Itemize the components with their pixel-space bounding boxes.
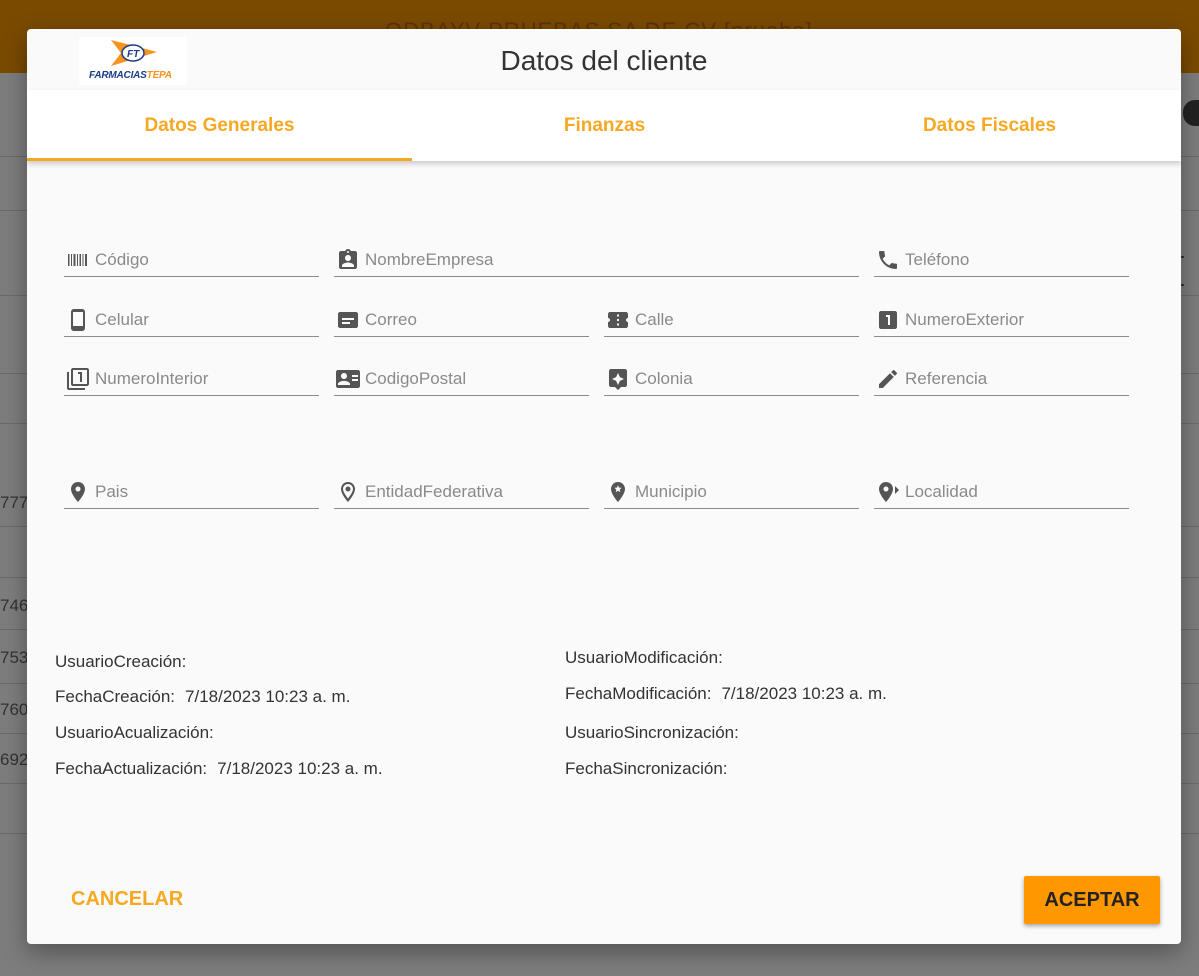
calle-field[interactable] (604, 304, 859, 337)
nombre-empresa-field[interactable] (334, 244, 859, 277)
referencia-field[interactable] (874, 363, 1129, 396)
location-pin-icon (66, 480, 90, 504)
colonia-field[interactable] (604, 363, 859, 396)
dialog-title: Datos del cliente (500, 45, 708, 76)
usuario-sincronizacion-row: UsuarioSincronización: (565, 723, 749, 743)
background-row-number: 692 (0, 750, 29, 769)
fecha-creacion-row: FechaCreación: 7/18/2023 10:23 a. m. (55, 687, 350, 707)
location-star-icon (606, 480, 630, 504)
usuario-modificacion-row: UsuarioModificación: (565, 648, 733, 668)
number-one-icon (876, 308, 900, 332)
fecha-actualizacion-label: FechaActualización: (55, 759, 208, 778)
barcode-icon (66, 248, 90, 272)
background-cloud-icon (1183, 100, 1199, 126)
colonia-input[interactable] (635, 367, 859, 391)
entidad-federativa-input[interactable] (365, 480, 589, 504)
codigo-field[interactable] (64, 244, 319, 277)
codigo-postal-input[interactable] (365, 367, 589, 391)
id-card-icon (336, 367, 360, 391)
numero-exterior-input[interactable] (905, 308, 1129, 332)
contact-card-icon (336, 248, 360, 272)
location-outline-icon (336, 480, 360, 504)
tab-bar: Datos Generales Finanzas Datos Fiscales (27, 90, 1181, 161)
ticket-icon (606, 308, 630, 332)
municipio-field[interactable] (604, 476, 859, 509)
fecha-creacion-label: FechaCreación: (55, 687, 176, 706)
pais-input[interactable] (95, 480, 319, 504)
phone-icon (876, 248, 900, 272)
usuario-sincronizacion-label: UsuarioSincronización: (565, 723, 739, 742)
telefono-field[interactable] (874, 244, 1129, 277)
codigo-input[interactable] (95, 248, 319, 272)
codigo-postal-field[interactable] (334, 363, 589, 396)
fecha-sincronizacion-row: FechaSincronización: (565, 759, 738, 779)
celular-field[interactable] (64, 304, 319, 337)
usuario-modificacion-label: UsuarioModificación: (565, 648, 723, 667)
celular-input[interactable] (95, 308, 319, 332)
background-row-number: 746 (0, 596, 29, 615)
tab-datos-fiscales[interactable]: Datos Fiscales (797, 90, 1181, 161)
fecha-creacion-value: 7/18/2023 10:23 a. m. (185, 687, 351, 706)
card-icon (336, 308, 360, 332)
usuario-creacion-label: UsuarioCreación: (55, 652, 187, 671)
pais-field[interactable] (64, 476, 319, 509)
smartphone-icon (66, 308, 90, 332)
stacked-one-icon (66, 367, 90, 391)
client-data-dialog: FT FARMACIASTEPA Datos del cliente Datos… (27, 29, 1181, 944)
correo-field[interactable] (334, 304, 589, 337)
tab-datos-generales[interactable]: Datos Generales (27, 90, 412, 161)
fecha-actualizacion-value: 7/18/2023 10:23 a. m. (217, 759, 383, 778)
usuario-actualizacion-label: UsuarioAcualización: (55, 723, 214, 742)
numero-interior-input[interactable] (95, 367, 319, 391)
tab-finanzas[interactable]: Finanzas (412, 90, 797, 161)
accept-button[interactable]: ACEPTAR (1024, 876, 1160, 924)
fecha-actualizacion-row: FechaActualización: 7/18/2023 10:23 a. m. (55, 759, 383, 779)
nombre-empresa-input[interactable] (365, 248, 859, 272)
pencil-icon (876, 367, 900, 391)
fecha-modificacion-value: 7/18/2023 10:23 a. m. (721, 684, 887, 703)
cancel-button[interactable]: CANCELAR (59, 882, 195, 917)
municipio-input[interactable] (635, 480, 859, 504)
background-row-number: 777 (0, 493, 29, 512)
localidad-input[interactable] (905, 480, 1129, 504)
usuario-creacion-row: UsuarioCreación: (55, 652, 196, 672)
entidad-federativa-field[interactable] (334, 476, 589, 509)
location-arrow-icon (876, 480, 900, 504)
numero-exterior-field[interactable] (874, 304, 1129, 337)
background-row-number: 753 (0, 648, 29, 667)
correo-input[interactable] (365, 308, 589, 332)
fecha-modificacion-row: FechaModificación: 7/18/2023 10:23 a. m. (565, 684, 887, 704)
active-tab-indicator (27, 158, 412, 161)
localidad-field[interactable] (874, 476, 1129, 509)
place-star-icon (606, 367, 630, 391)
fecha-sincronizacion-label: FechaSincronización: (565, 759, 728, 778)
fecha-modificacion-label: FechaModificación: (565, 684, 712, 703)
usuario-actualizacion-row: UsuarioAcualización: (55, 723, 224, 743)
numero-interior-field[interactable] (64, 363, 319, 396)
referencia-input[interactable] (905, 367, 1129, 391)
background-row-number: 760 (0, 700, 29, 719)
calle-input[interactable] (635, 308, 859, 332)
telefono-input[interactable] (905, 248, 1129, 272)
